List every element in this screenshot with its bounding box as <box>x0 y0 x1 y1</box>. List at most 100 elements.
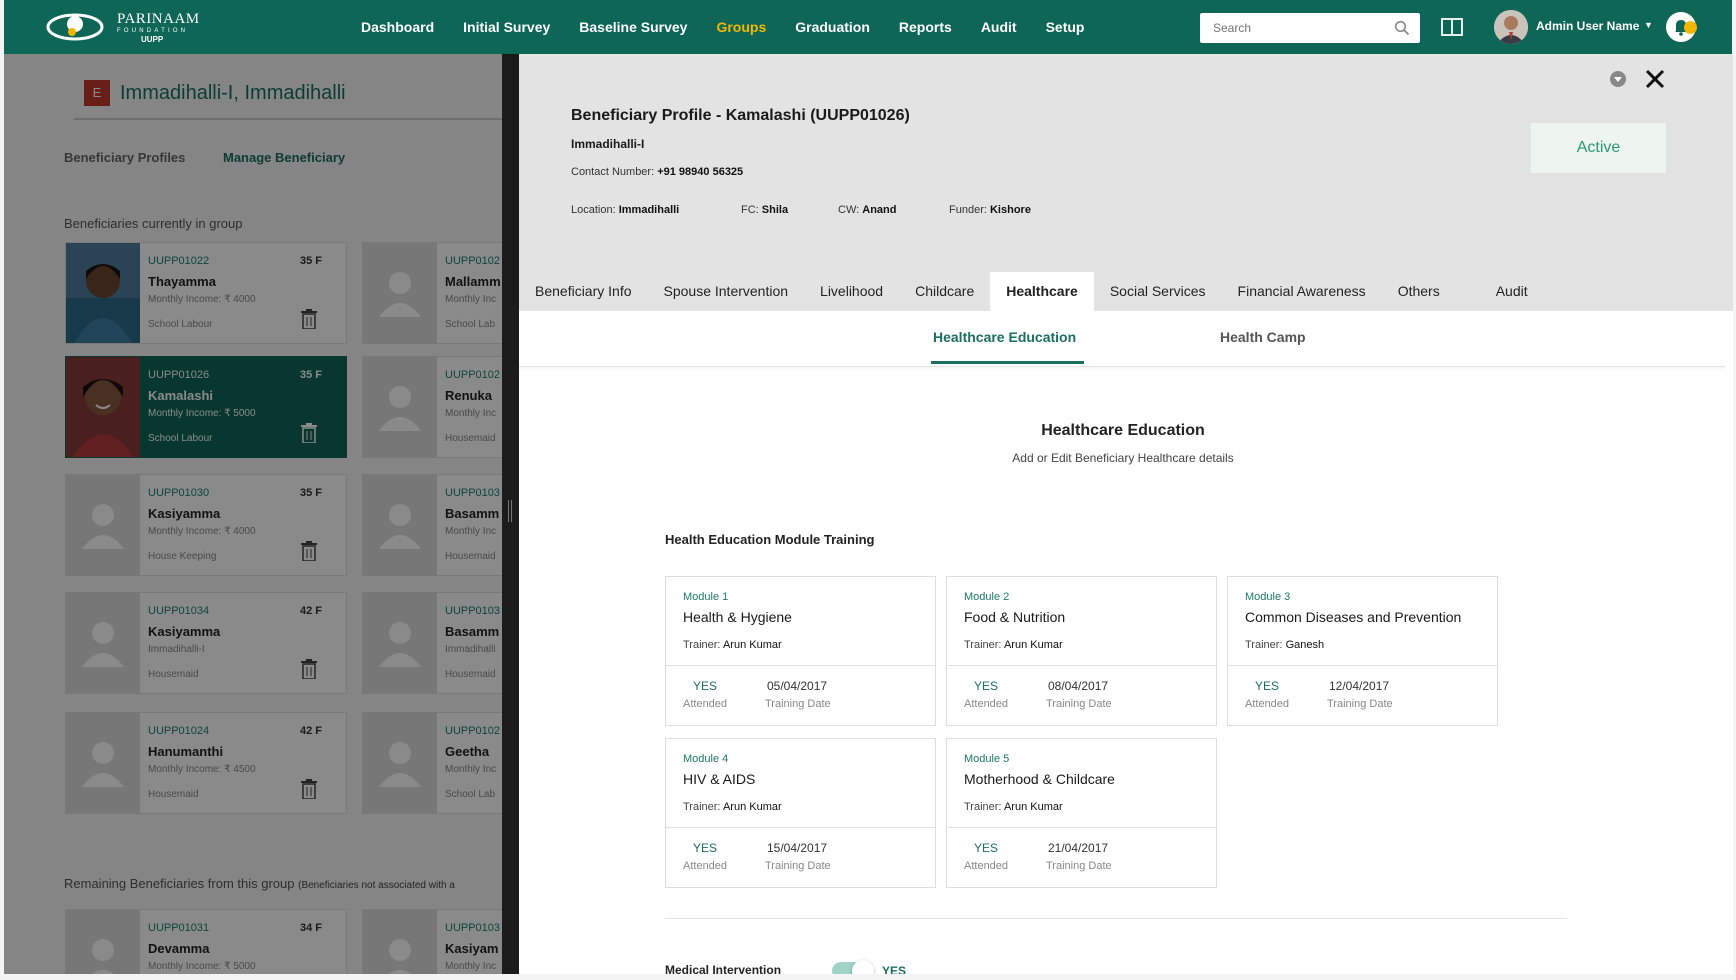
status-badge: Active <box>1531 123 1666 173</box>
module-name: Food & Nutrition <box>964 609 1066 625</box>
tab-spouse-intervention[interactable]: Spouse Intervention <box>648 272 805 311</box>
nav-setup[interactable]: Setup <box>1046 19 1085 35</box>
user-name[interactable]: Admin User Name <box>1536 19 1639 33</box>
brand-name: PARINAAM <box>117 11 200 27</box>
module-name: Common Diseases and Prevention <box>1245 609 1462 625</box>
profile-group: Immadihalli-I <box>571 137 645 151</box>
beneficiary-card[interactable]: UUPP0103 Kasiyam Monthly Inc <box>362 909 502 974</box>
cw-value: Anand <box>862 204 897 216</box>
beneficiary-id: UUPP01022 <box>148 255 210 267</box>
module-card[interactable]: Module 1 Health & Hygiene Trainer: Arun … <box>665 576 936 726</box>
avatar-placeholder-icon <box>363 475 437 575</box>
beneficiary-income: Monthly Inc <box>445 294 497 305</box>
trash-icon[interactable] <box>300 659 318 679</box>
beneficiary-card-selected[interactable]: UUPP01026 35 F Kamalashi Monthly Income:… <box>65 356 347 458</box>
beneficiary-id: UUPP01034 <box>148 605 210 617</box>
tab-social-services[interactable]: Social Services <box>1094 272 1222 311</box>
beneficiary-card[interactable]: UUPP0103 Basamm Monthly Inc Housemaid <box>362 474 502 576</box>
trash-icon[interactable] <box>300 423 318 443</box>
training-date-label: Training Date <box>1327 698 1393 710</box>
remaining-label-note: (Beneficiaries not associated with a <box>298 880 455 891</box>
main-nav: Dashboard Initial Survey Baseline Survey… <box>361 0 1113 54</box>
subtab-health-camp[interactable]: Health Camp <box>1220 329 1306 345</box>
user-avatar[interactable] <box>1494 10 1528 44</box>
beneficiary-income: Monthly Income: ₹ 5000 <box>148 408 256 419</box>
module-name: Motherhood & Childcare <box>964 771 1115 787</box>
beneficiary-age: 34 F <box>299 922 322 934</box>
tab-livelihood[interactable]: Livelihood <box>804 272 899 311</box>
resize-grip-icon[interactable] <box>508 500 512 522</box>
beneficiary-card[interactable]: UUPP01030 35 F Kasiyamma Monthly Income:… <box>65 474 347 576</box>
contact-value: +91 98940 56325 <box>657 166 744 178</box>
beneficiary-occupation: House Keeping <box>148 551 217 562</box>
tab-childcare[interactable]: Childcare <box>899 272 990 311</box>
fc-label: FC: <box>741 204 759 216</box>
beneficiary-card[interactable]: UUPP01022 35 F Thayamma Monthly Income: … <box>65 242 347 344</box>
beneficiary-card[interactable]: UUPP01031 34 F Devamma Monthly Income: ₹… <box>65 909 347 974</box>
tab-financial-awareness[interactable]: Financial Awareness <box>1222 272 1382 311</box>
trainer-value: Arun Kumar <box>1003 801 1063 813</box>
book-icon[interactable] <box>1441 17 1463 37</box>
nav-initial-survey[interactable]: Initial Survey <box>463 19 550 35</box>
trash-icon[interactable] <box>300 779 318 799</box>
beneficiary-occupation: Housemaid <box>445 433 496 444</box>
collapse-icon[interactable] <box>1609 70 1627 88</box>
tab-beneficiary-profiles[interactable]: Beneficiary Profiles <box>64 150 185 165</box>
nav-audit[interactable]: Audit <box>981 19 1017 35</box>
search-input[interactable] <box>1200 13 1380 43</box>
tab-audit[interactable]: Audit <box>1480 272 1544 311</box>
module-name: HIV & AIDS <box>683 771 756 787</box>
beneficiary-card[interactable]: UUPP0102 Mallamm Monthly Inc School Lab <box>362 242 502 344</box>
trainer-label: Trainer: <box>964 801 1002 813</box>
beneficiary-card[interactable]: UUPP01034 42 F Kasiyamma Immadihalli-I H… <box>65 592 347 694</box>
module-trainer: Trainer: Arun Kumar <box>964 801 1063 813</box>
subtab-healthcare-education[interactable]: Healthcare Education <box>933 329 1076 345</box>
location-value: Immadihalli <box>618 204 680 216</box>
beneficiary-occupation: Housemaid <box>148 789 199 800</box>
module-card[interactable]: Module 3 Common Diseases and Prevention … <box>1227 576 1498 726</box>
nav-reports[interactable]: Reports <box>899 19 952 35</box>
module-name: Health & Hygiene <box>683 609 792 625</box>
beneficiary-card[interactable]: UUPP01024 42 F Hanumanthi Monthly Income… <box>65 712 347 814</box>
beneficiary-location: Immadihalli-I <box>148 644 205 655</box>
search-icon[interactable] <box>1394 20 1410 36</box>
fc: FC: Shila <box>741 204 788 216</box>
location-label: Location: <box>571 204 616 216</box>
cw: CW: Anand <box>838 204 896 216</box>
user-menu-caret-icon[interactable]: ▼ <box>1644 20 1653 30</box>
brand-subtitle: FOUNDATION <box>117 28 189 34</box>
beneficiary-card[interactable]: UUPP0102 Renuka Monthly Inc Housemaid <box>362 356 502 458</box>
trash-icon[interactable] <box>300 309 318 329</box>
beneficiary-id: UUPP0103 <box>445 605 501 617</box>
beneficiary-age: 42 F <box>299 605 322 617</box>
module-card[interactable]: Module 5 Motherhood & Childcare Trainer:… <box>946 738 1217 888</box>
module-card[interactable]: Module 2 Food & Nutrition Trainer: Arun … <box>946 576 1217 726</box>
beneficiary-name: Hanumanthi <box>148 744 224 759</box>
training-date-label: Training Date <box>1046 698 1112 710</box>
beneficiary-income: Monthly Income: ₹ 4000 <box>148 526 256 537</box>
medical-intervention-value: YES <box>882 964 907 974</box>
trash-icon[interactable] <box>300 541 318 561</box>
beneficiary-occupation: School Lab <box>445 789 496 800</box>
nav-groups[interactable]: Groups <box>716 19 766 35</box>
parinaam-logo-icon <box>46 13 104 41</box>
toggle-knob[interactable] <box>852 960 874 974</box>
profile-tabs: Beneficiary Info Spouse Intervention Liv… <box>519 272 1544 311</box>
attended-value: YES <box>693 679 718 693</box>
avatar-placeholder-icon <box>66 475 140 575</box>
tab-healthcare[interactable]: Healthcare <box>990 272 1094 311</box>
beneficiary-card[interactable]: UUPP0103 Basamm Immadihalli Housemaid <box>362 592 502 694</box>
nav-dashboard[interactable]: Dashboard <box>361 19 434 35</box>
tab-manage-beneficiary[interactable]: Manage Beneficiary <box>223 150 345 165</box>
beneficiary-id: UUPP0103 <box>445 487 501 499</box>
module-card[interactable]: Module 4 HIV & AIDS Trainer: Arun Kumar … <box>665 738 936 888</box>
nav-graduation[interactable]: Graduation <box>795 19 870 35</box>
nav-baseline-survey[interactable]: Baseline Survey <box>579 19 687 35</box>
beneficiary-card[interactable]: UUPP0102 Geetha Monthly Inc School Lab <box>362 712 502 814</box>
tab-beneficiary-info[interactable]: Beneficiary Info <box>519 272 648 311</box>
close-icon[interactable] <box>1644 68 1666 90</box>
tab-others[interactable]: Others <box>1382 272 1480 311</box>
active-subtab-indicator <box>931 361 1084 364</box>
search-box <box>1200 13 1420 43</box>
trainer-value: Arun Kumar <box>722 639 782 651</box>
